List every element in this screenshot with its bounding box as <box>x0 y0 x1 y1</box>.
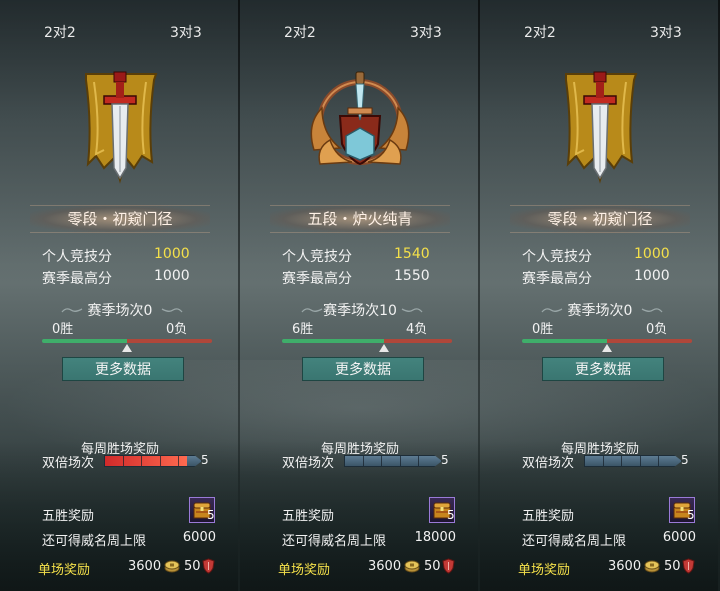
coin-icon <box>644 560 660 573</box>
single-shield-amount: 50 <box>184 559 201 574</box>
single-match-reward-label: 单场奖励 <box>278 563 331 578</box>
banner-sword-icon <box>60 64 180 194</box>
single-match-reward-label: 单场奖励 <box>518 563 571 578</box>
season-matches: 赛季场次10 <box>323 303 397 319</box>
right-cloud-ornament-icon <box>161 308 183 313</box>
shield-icon <box>682 558 695 574</box>
double-matches-label: 双倍场次 <box>522 456 575 471</box>
wins-count: 0胜 <box>52 322 74 337</box>
personal-score-value: 1540 <box>394 246 430 262</box>
rank-panel-3: 2对2 3对3 零段・初窥门径 个人竞技分 1000 赛季最高分 1000 赛季… <box>480 0 720 591</box>
wins-count: 6胜 <box>292 322 314 337</box>
rank-name: 五段・炉火纯青 <box>307 210 413 228</box>
tab-2v2[interactable]: 2对2 <box>44 22 76 42</box>
losses-count: 0负 <box>646 322 668 337</box>
season-high-label: 赛季最高分 <box>282 271 352 287</box>
reward-chest-count: 5 <box>207 508 215 522</box>
shield-icon <box>202 558 215 574</box>
season-matches: 赛季场次0 <box>87 303 153 319</box>
single-coin-amount: 3600 <box>608 559 642 574</box>
more-data-button[interactable]: 更多数据 <box>542 357 664 381</box>
double-matches-progress <box>584 455 682 467</box>
single-match-reward-label: 单场奖励 <box>38 563 91 578</box>
wins-count: 0胜 <box>532 322 554 337</box>
double-matches-count: 5 <box>201 453 209 467</box>
weekly-cap-value: 6000 <box>182 530 216 545</box>
coin-icon <box>404 560 420 573</box>
banner-sword-icon <box>540 64 660 194</box>
season-high-value: 1000 <box>154 268 190 284</box>
win-loss-marker-icon <box>379 344 389 352</box>
double-matches-count: 5 <box>441 453 449 467</box>
tab-3v3[interactable]: 3对3 <box>410 22 442 42</box>
single-coin-amount: 3600 <box>128 559 162 574</box>
win-loss-bar <box>282 339 452 343</box>
rank-name: 零段・初窥门径 <box>67 210 173 228</box>
weekly-cap-label: 还可得威名周上限 <box>42 534 147 549</box>
win-loss-marker-icon <box>122 344 132 352</box>
winged-shield-sword-icon <box>300 64 420 194</box>
season-high-value: 1000 <box>634 268 670 284</box>
season-high-value: 1550 <box>394 268 430 284</box>
losses-count: 4负 <box>406 322 428 337</box>
double-matches-label: 双倍场次 <box>282 456 335 471</box>
personal-score-label: 个人竞技分 <box>42 249 112 265</box>
reward-chest-count: 5 <box>447 508 455 522</box>
win-loss-marker-icon <box>602 344 612 352</box>
personal-score-value: 1000 <box>154 246 190 262</box>
tab-2v2[interactable]: 2对2 <box>524 22 556 42</box>
weekly-cap-label: 还可得威名周上限 <box>282 534 387 549</box>
weekly-cap-value: 18000 <box>414 530 456 545</box>
rank-panel-1: 2对2 3对3 零段・初窥门径 个人竞技分 1000 赛季最高分 1000 赛季… <box>0 0 240 591</box>
win-loss-bar <box>522 339 692 343</box>
more-data-button[interactable]: 更多数据 <box>62 357 184 381</box>
personal-score-label: 个人竞技分 <box>282 249 352 265</box>
rank-panel-2: 2对2 3对3 五段・炉火纯青 个人竞技分 1540 赛季最高分 1550 赛季… <box>240 0 480 591</box>
single-shield-amount: 50 <box>424 559 441 574</box>
tab-3v3[interactable]: 3对3 <box>170 22 202 42</box>
rank-name: 零段・初窥门径 <box>547 210 653 228</box>
five-win-reward-label: 五胜奖励 <box>282 509 335 524</box>
coin-icon <box>164 560 180 573</box>
single-shield-amount: 50 <box>664 559 681 574</box>
win-loss-bar <box>42 339 212 343</box>
tab-2v2[interactable]: 2对2 <box>284 22 316 42</box>
losses-count: 0负 <box>166 322 188 337</box>
reward-chest-count: 5 <box>687 508 695 522</box>
season-high-label: 赛季最高分 <box>42 271 112 287</box>
personal-score-label: 个人竞技分 <box>522 249 592 265</box>
right-cloud-ornament-icon <box>401 308 423 313</box>
double-matches-fill <box>105 456 187 466</box>
shield-icon <box>442 558 455 574</box>
five-win-reward-label: 五胜奖励 <box>522 509 575 524</box>
weekly-cap-value: 6000 <box>662 530 696 545</box>
more-data-button[interactable]: 更多数据 <box>302 357 424 381</box>
double-matches-progress <box>104 455 202 467</box>
double-matches-count: 5 <box>681 453 689 467</box>
double-matches-progress <box>344 455 442 467</box>
double-matches-label: 双倍场次 <box>42 456 95 471</box>
right-cloud-ornament-icon <box>641 308 663 313</box>
tab-3v3[interactable]: 3对3 <box>650 22 682 42</box>
season-matches: 赛季场次0 <box>567 303 633 319</box>
personal-score-value: 1000 <box>634 246 670 262</box>
single-coin-amount: 3600 <box>368 559 402 574</box>
weekly-cap-label: 还可得威名周上限 <box>522 534 627 549</box>
season-high-label: 赛季最高分 <box>522 271 592 287</box>
five-win-reward-label: 五胜奖励 <box>42 509 95 524</box>
